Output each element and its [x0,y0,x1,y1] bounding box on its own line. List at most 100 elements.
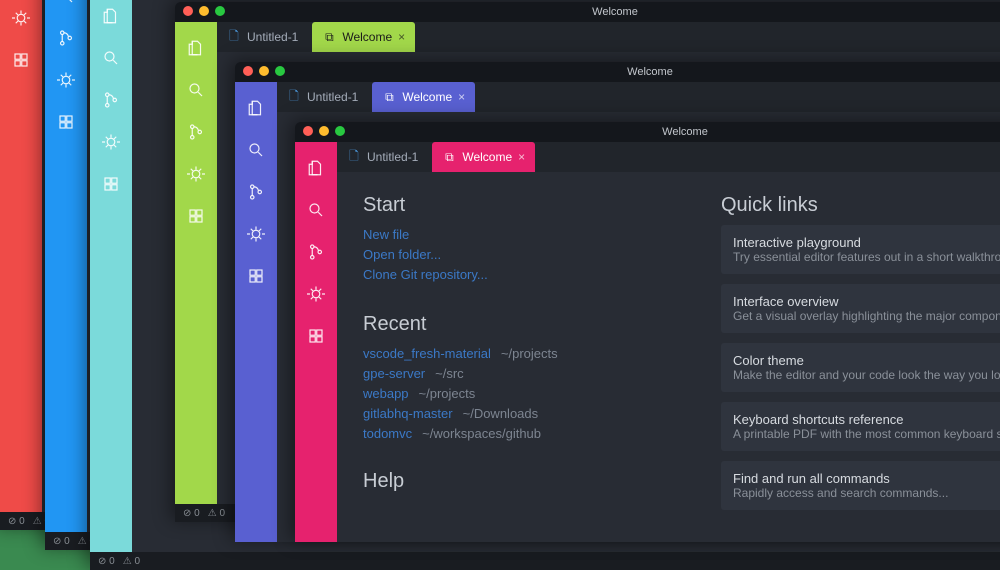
extensions-icon[interactable] [45,102,87,142]
quicklink-card[interactable]: Color themeMake the editor and your code… [721,343,1000,392]
git-icon[interactable] [45,18,87,58]
vscode-icon: ⧉ [382,90,396,105]
recent-name: gpe-server [363,366,425,381]
start-heading: Start [363,194,691,217]
quicklink-title: Interactive playground [733,235,1000,250]
tab-label: Welcome [402,90,452,104]
debug-icon[interactable] [45,60,87,100]
activity-bar[interactable] [90,0,132,570]
quicklink-title: Keyboard shortcuts reference [733,412,1000,427]
vscode-icon: ⧉ [322,30,336,45]
tab-label: Untitled-1 [247,30,298,44]
traffic-close[interactable] [303,126,313,136]
open-folder-link[interactable]: Open folder... [363,245,691,265]
search-icon[interactable] [295,190,337,230]
recent-item[interactable]: todomvc ~/workspaces/github [363,424,691,444]
tab-bar: 🗋 Untitled-1 ⧉ Welcome × ◫ ⋯ [337,142,1000,172]
extensions-icon[interactable] [175,196,217,236]
window-controls[interactable] [243,66,285,76]
traffic-max[interactable] [335,126,345,136]
debug-icon[interactable] [295,274,337,314]
debug-icon[interactable] [90,122,132,162]
tab-welcome[interactable]: ⧉ Welcome × [312,22,415,52]
quicklink-desc: Get a visual overlay highlighting the ma… [733,309,1000,323]
window-controls[interactable] [183,6,225,16]
recent-name: todomvc [363,426,412,441]
quicklink-card[interactable]: Keyboard shortcuts referenceA printable … [721,402,1000,451]
files-icon[interactable] [295,148,337,188]
activity-bar[interactable] [45,0,87,550]
search-icon[interactable] [90,38,132,78]
files-icon[interactable] [90,0,132,36]
extensions-icon[interactable] [295,316,337,356]
vscode-icon: ⧉ [442,150,456,165]
welcome-page: Start New file Open folder... Clone Git … [337,172,1000,542]
close-icon[interactable]: × [398,30,405,44]
recent-item[interactable]: vscode_fresh-material~/projects [363,344,691,364]
git-icon[interactable] [295,232,337,272]
quicklinks-heading: Quick links [721,194,1000,217]
search-icon[interactable] [235,130,277,170]
tab-untitled[interactable]: 🗋 Untitled-1 [337,142,428,172]
tab-bar: 🗋 Untitled-1 ⧉ Welcome × ◫ ⋯ [277,82,1000,112]
tab-label: Welcome [462,150,512,164]
file-icon: 🗋 [287,87,301,108]
quicklink-title: Color theme [733,353,1000,368]
search-icon[interactable] [45,0,87,16]
window-controls[interactable] [303,126,345,136]
recent-item[interactable]: webapp~/projects [363,384,691,404]
debug-icon[interactable] [235,214,277,254]
recent-path: ~/Downloads [463,406,539,421]
close-icon[interactable]: × [518,150,525,164]
tab-label: Untitled-1 [307,90,358,104]
tab-welcome[interactable]: ⧉ Welcome × [432,142,535,172]
debug-icon[interactable] [0,0,42,38]
quicklink-desc: Make the editor and your code look the w… [733,368,1000,382]
files-icon[interactable] [175,28,217,68]
activity-bar[interactable] [0,0,42,530]
quicklink-desc: Rapidly access and search commands... [733,486,1000,500]
git-icon[interactable] [175,112,217,152]
extensions-icon[interactable] [90,164,132,204]
tab-bar: 🗋 Untitled-1 ⧉ Welcome × ◫ ⋯ [217,22,1000,52]
search-icon[interactable] [175,70,217,110]
window-title: Welcome [627,66,673,78]
activity-bar[interactable] [295,142,337,542]
git-icon[interactable] [235,172,277,212]
quicklink-card[interactable]: Find and run all commandsRapidly access … [721,461,1000,510]
activity-bar[interactable] [235,82,277,542]
files-icon[interactable] [235,88,277,128]
clone-repo-link[interactable]: Clone Git repository... [363,265,691,285]
recent-name: webapp [363,386,409,401]
close-icon[interactable]: × [458,90,465,104]
new-file-link[interactable]: New file [363,225,691,245]
titlebar: Welcome [295,122,1000,142]
error-icon: ⊘ 0 [8,516,25,527]
help-heading: Help [363,470,691,493]
traffic-min[interactable] [319,126,329,136]
tab-untitled[interactable]: 🗋 Untitled-1 [217,22,308,52]
recent-item[interactable]: gpe-server~/src [363,364,691,384]
tab-label: Untitled-1 [367,150,418,164]
tab-label: Welcome [342,30,392,44]
activity-bar[interactable] [175,22,217,522]
recent-path: ~/workspaces/github [422,426,541,441]
debug-icon[interactable] [175,154,217,194]
extensions-icon[interactable] [0,40,42,80]
quicklink-desc: Try essential editor features out in a s… [733,250,1000,264]
quicklink-desc: A printable PDF with the most common key… [733,427,1000,441]
tab-welcome[interactable]: ⧉ Welcome × [372,82,475,112]
window-title: Welcome [592,6,638,18]
recent-name: vscode_fresh-material [363,346,491,361]
recent-heading: Recent [363,313,691,336]
tab-untitled[interactable]: 🗋 Untitled-1 [277,82,368,112]
recent-item[interactable]: gitlabhq-master~/Downloads [363,404,691,424]
status-bar: ⊘ 0⚠ 0 [90,552,1000,570]
quicklink-title: Find and run all commands [733,471,1000,486]
quicklink-title: Interface overview [733,294,1000,309]
quicklink-card[interactable]: Interface overviewGet a visual overlay h… [721,284,1000,333]
window-title: Welcome [662,126,708,138]
git-icon[interactable] [90,80,132,120]
quicklink-card[interactable]: Interactive playgroundTry essential edit… [721,225,1000,274]
extensions-icon[interactable] [235,256,277,296]
